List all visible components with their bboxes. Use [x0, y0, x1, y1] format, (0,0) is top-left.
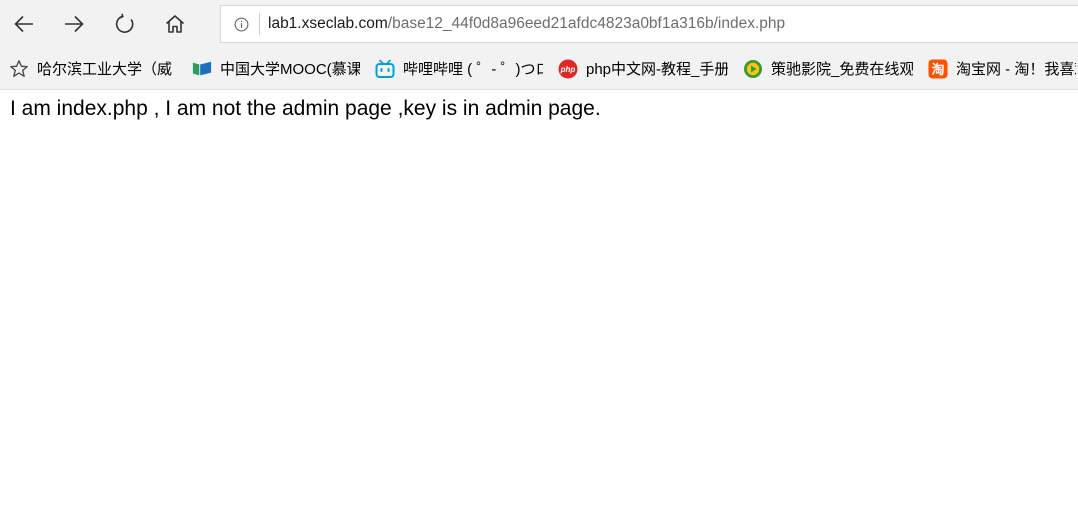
url-path: /base12_44f0d8a96eed21afdc4823a0bf1a316b…: [387, 15, 786, 32]
refresh-icon: [114, 13, 136, 35]
arrow-left-icon: [13, 13, 35, 35]
cechi-icon: [743, 59, 763, 79]
bilibili-icon: [375, 59, 395, 79]
php-icon: php: [558, 59, 578, 79]
favorite-item-taobao[interactable]: 淘 淘宝网 - 淘！我喜欢: [928, 58, 1076, 79]
home-icon: [164, 13, 186, 35]
svg-text:淘: 淘: [931, 62, 944, 78]
svg-text:php: php: [560, 65, 576, 74]
address-bar[interactable]: lab1.xseclab.com/base12_44f0d8a96eed21af…: [220, 5, 1078, 43]
favorites-bar: 哈尔滨工业大学（威 中国大学MOOC(慕课 哔哩哔哩 ( ゜- ゜)つロ php: [0, 48, 1078, 90]
refresh-button[interactable]: [107, 6, 143, 42]
favorite-item-php[interactable]: php php中文网-教程_手册: [558, 58, 728, 79]
page-message: I am index.php , I am not the admin page…: [10, 97, 601, 120]
favorite-label: 哔哩哔哩 ( ゜- ゜)つロ: [403, 61, 543, 78]
favorite-item-bilibili[interactable]: 哔哩哔哩 ( ゜- ゜)つロ: [375, 58, 543, 79]
page-content: I am index.php , I am not the admin page…: [0, 90, 1078, 128]
arrow-right-icon: [63, 13, 85, 35]
favorite-label: 策驰影院_免费在线观: [771, 61, 913, 78]
back-button[interactable]: [6, 6, 42, 42]
favorite-item-cechi[interactable]: 策驰影院_免费在线观: [743, 58, 913, 79]
favorite-item-hit[interactable]: 哈尔滨工业大学（威: [37, 58, 177, 79]
favorite-label: php中文网-教程_手册: [586, 61, 728, 78]
info-icon[interactable]: [233, 16, 249, 32]
address-separator: [259, 13, 260, 35]
home-button[interactable]: [157, 6, 193, 42]
favorites-star-icon[interactable]: [9, 59, 29, 79]
favorite-label: 哈尔滨工业大学（威: [37, 61, 173, 78]
browser-toolbar: lab1.xseclab.com/base12_44f0d8a96eed21af…: [0, 0, 1078, 48]
favorite-item-mooc[interactable]: 中国大学MOOC(慕课: [192, 58, 360, 79]
url-text[interactable]: lab1.xseclab.com/base12_44f0d8a96eed21af…: [268, 15, 785, 33]
forward-button[interactable]: [56, 6, 92, 42]
favorite-label: 中国大学MOOC(慕课: [220, 61, 360, 78]
favorite-label: 淘宝网 - 淘！我喜欢: [956, 61, 1076, 78]
taobao-icon: 淘: [928, 59, 948, 79]
mooc-icon: [192, 59, 212, 79]
url-host: lab1.xseclab.com: [268, 15, 388, 32]
